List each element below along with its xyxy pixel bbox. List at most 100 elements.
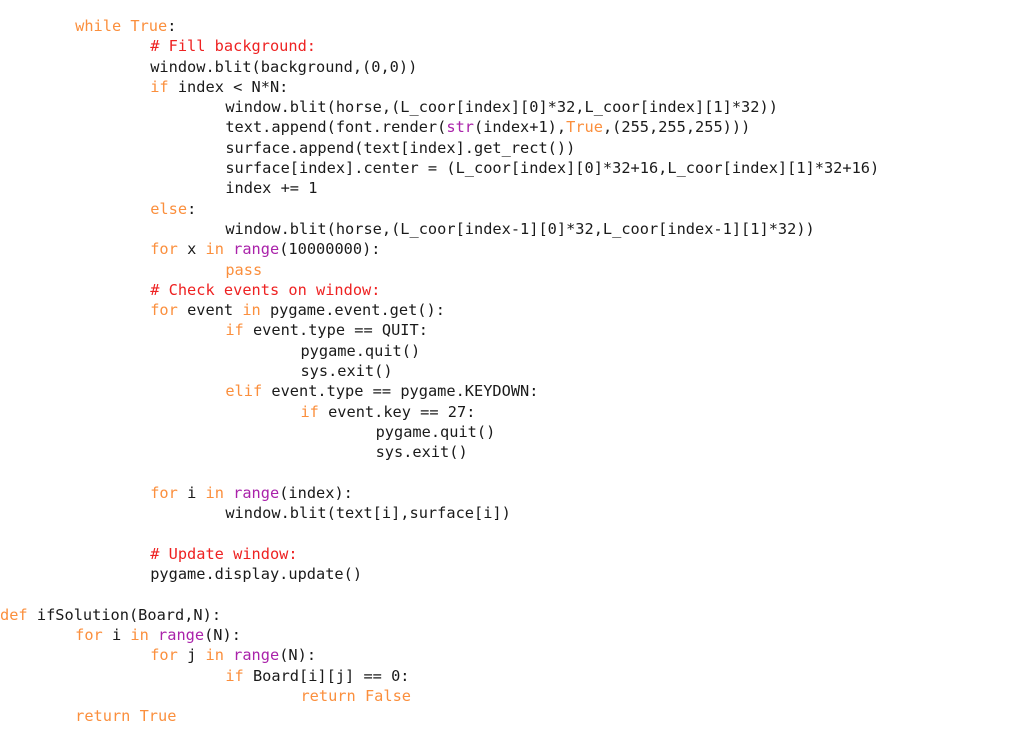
code-token-plain: sys.exit() xyxy=(375,443,468,462)
code-token-keyword: in xyxy=(242,301,261,320)
code-line: pass xyxy=(0,260,1024,280)
code-line: for j in range(N): xyxy=(0,645,1024,665)
code-token-builtin: range xyxy=(158,625,205,644)
code-line: def ifSolution(Board,N): xyxy=(0,605,1024,625)
code-token-keyword: in xyxy=(205,646,224,665)
code-token-keyword: while xyxy=(75,17,122,35)
code-token-plain: event xyxy=(177,301,243,320)
code-token-keyword: return xyxy=(75,707,131,726)
code-token-keyword: pass xyxy=(225,260,263,279)
code-line: surface[index].center = (L_coor[index][0… xyxy=(0,158,1024,178)
code-token-function_name: ifSolution xyxy=(36,605,129,624)
code-token-plain: surface.append(text[index].get_rect()) xyxy=(225,138,576,157)
code-line: if event.key == 27: xyxy=(0,402,1024,422)
code-token-keyword: in xyxy=(205,240,224,259)
code-token-plain: (10000000): xyxy=(279,240,381,259)
code-token-keyword: for xyxy=(150,301,178,320)
code-line: elif event.type == pygame.KEYDOWN: xyxy=(0,381,1024,401)
code-line: for i in range(index): xyxy=(0,483,1024,503)
code-line: if event.type == QUIT: xyxy=(0,320,1024,340)
code-token-keyword: for xyxy=(150,646,178,665)
code-token-plain: ,(255,255,255))) xyxy=(602,118,751,137)
code-token-keyword: for xyxy=(150,240,178,259)
code-token-keyword: if xyxy=(300,402,319,421)
code-line: # Fill background: xyxy=(0,36,1024,56)
code-token-plain: window.blit(background,(0,0)) xyxy=(150,57,418,76)
code-token-plain: pygame.event.get(): xyxy=(260,301,445,320)
code-line: else: xyxy=(0,199,1024,219)
code-line: text.append(font.render(str(index+1),Tru… xyxy=(0,117,1024,137)
code-token-keyword: False xyxy=(364,686,411,705)
code-line: # Update window: xyxy=(0,544,1024,564)
code-token-keyword: if xyxy=(225,666,244,685)
code-line: window.blit(horse,(L_coor[index][0]*32,L… xyxy=(0,97,1024,117)
code-line: pygame.quit() xyxy=(0,341,1024,361)
code-token-plain: : xyxy=(167,17,177,35)
code-token-keyword: True xyxy=(130,17,168,35)
code-token-keyword: else xyxy=(150,199,188,218)
code-token-plain: x xyxy=(177,240,206,259)
code-token-keyword: return xyxy=(300,686,356,705)
code-token-keyword: True xyxy=(566,118,603,137)
code-line: pygame.display.update() xyxy=(0,564,1024,584)
code-token-plain: pygame.quit() xyxy=(300,341,421,360)
code-token-plain: index += 1 xyxy=(225,179,318,198)
code-token-plain: j xyxy=(177,646,206,665)
code-token-plain: event.type == pygame.KEYDOWN: xyxy=(262,382,539,401)
code-token-plain: window.blit(text[i],surface[i]) xyxy=(225,504,511,523)
code-token-comment: # Check events on window: xyxy=(150,280,381,299)
code-line: while True: xyxy=(0,16,1024,36)
code-token-keyword: for xyxy=(75,625,103,644)
code-token-plain: text.append(font.render( xyxy=(225,118,447,137)
code-line: # Check events on window: xyxy=(0,280,1024,300)
code-line: for event in pygame.event.get(): xyxy=(0,300,1024,320)
code-token-plain: (index+1), xyxy=(474,118,567,137)
code-line: sys.exit() xyxy=(0,361,1024,381)
code-token-plain: (index): xyxy=(279,483,353,502)
code-token-builtin: str xyxy=(446,118,474,137)
code-token-keyword: def xyxy=(0,605,28,624)
code-token-keyword: for xyxy=(150,483,178,502)
code-line: sys.exit() xyxy=(0,442,1024,462)
code-line: for x in range(10000000): xyxy=(0,239,1024,259)
code-token-plain: : xyxy=(187,199,197,218)
code-token-plain: pygame.quit() xyxy=(375,422,496,441)
code-token-plain: (N): xyxy=(204,625,241,644)
code-line: window.blit(background,(0,0)) xyxy=(0,57,1024,77)
code-token-plain: i xyxy=(102,625,131,644)
code-line: return False xyxy=(0,686,1024,706)
code-token-plain: event.type == QUIT: xyxy=(243,321,428,340)
code-token-plain: surface[index].center = (L_coor[index][0… xyxy=(225,159,880,178)
code-token-keyword: True xyxy=(139,707,177,726)
code-token-plain: event.key == 27: xyxy=(318,402,476,421)
code-token-builtin: range xyxy=(233,240,280,259)
code-token-keyword: in xyxy=(205,483,224,502)
code-line: for i in range(N): xyxy=(0,625,1024,645)
code-token-comment: # Update window: xyxy=(150,544,298,563)
code-line: surface.append(text[index].get_rect()) xyxy=(0,138,1024,158)
code-line: return True xyxy=(0,706,1024,726)
code-token-plain: (N): xyxy=(279,646,317,665)
code-token-keyword: in xyxy=(130,625,149,644)
code-token-plain: pygame.display.update() xyxy=(150,565,363,584)
code-token-keyword: if xyxy=(225,321,244,340)
code-line: window.blit(text[i],surface[i]) xyxy=(0,503,1024,523)
code-token-comment: # Fill background: xyxy=(150,37,316,56)
code-token-keyword: elif xyxy=(225,382,263,401)
code-token-builtin: range xyxy=(233,646,280,665)
code-token-plain: index < N*N: xyxy=(168,77,289,96)
code-token-plain: (Board,N): xyxy=(128,605,222,624)
code-line: if Board[i][j] == 0: xyxy=(0,666,1024,686)
code-line: window.blit(horse,(L_coor[index-1][0]*32… xyxy=(0,219,1024,239)
code-line: if index < N*N: xyxy=(0,77,1024,97)
code-line: pygame.quit() xyxy=(0,422,1024,442)
code-token-plain: Board[i][j] == 0: xyxy=(243,666,410,685)
code-token-plain: window.blit(horse,(L_coor[index][0]*32,L… xyxy=(225,98,778,117)
